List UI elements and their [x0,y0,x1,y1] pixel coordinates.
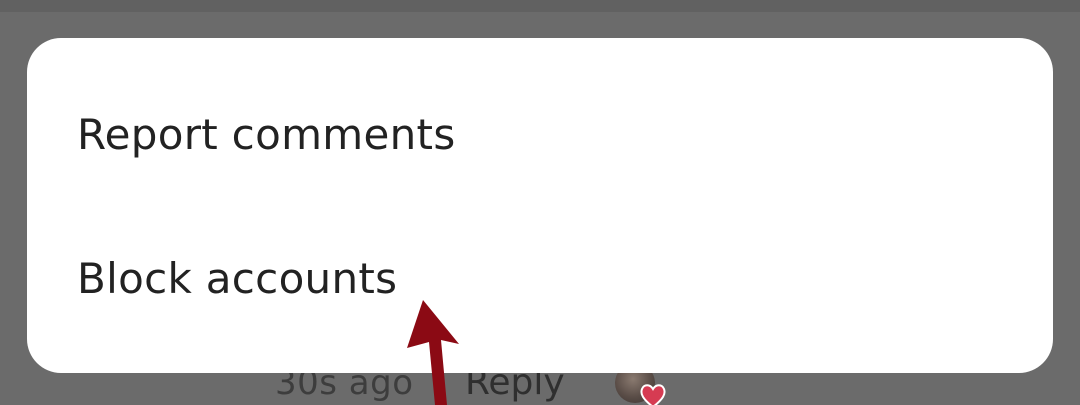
arrow-up-icon [407,300,459,405]
heart-icon [640,383,666,405]
app-screen: 30s ago Reply Report comments Block acco… [0,0,1080,405]
options-sheet: Report comments Block accounts [27,38,1053,373]
block-accounts-option[interactable]: Block accounts [77,254,397,303]
dim-overlay-top [0,0,1080,12]
report-comments-option[interactable]: Report comments [77,110,456,159]
